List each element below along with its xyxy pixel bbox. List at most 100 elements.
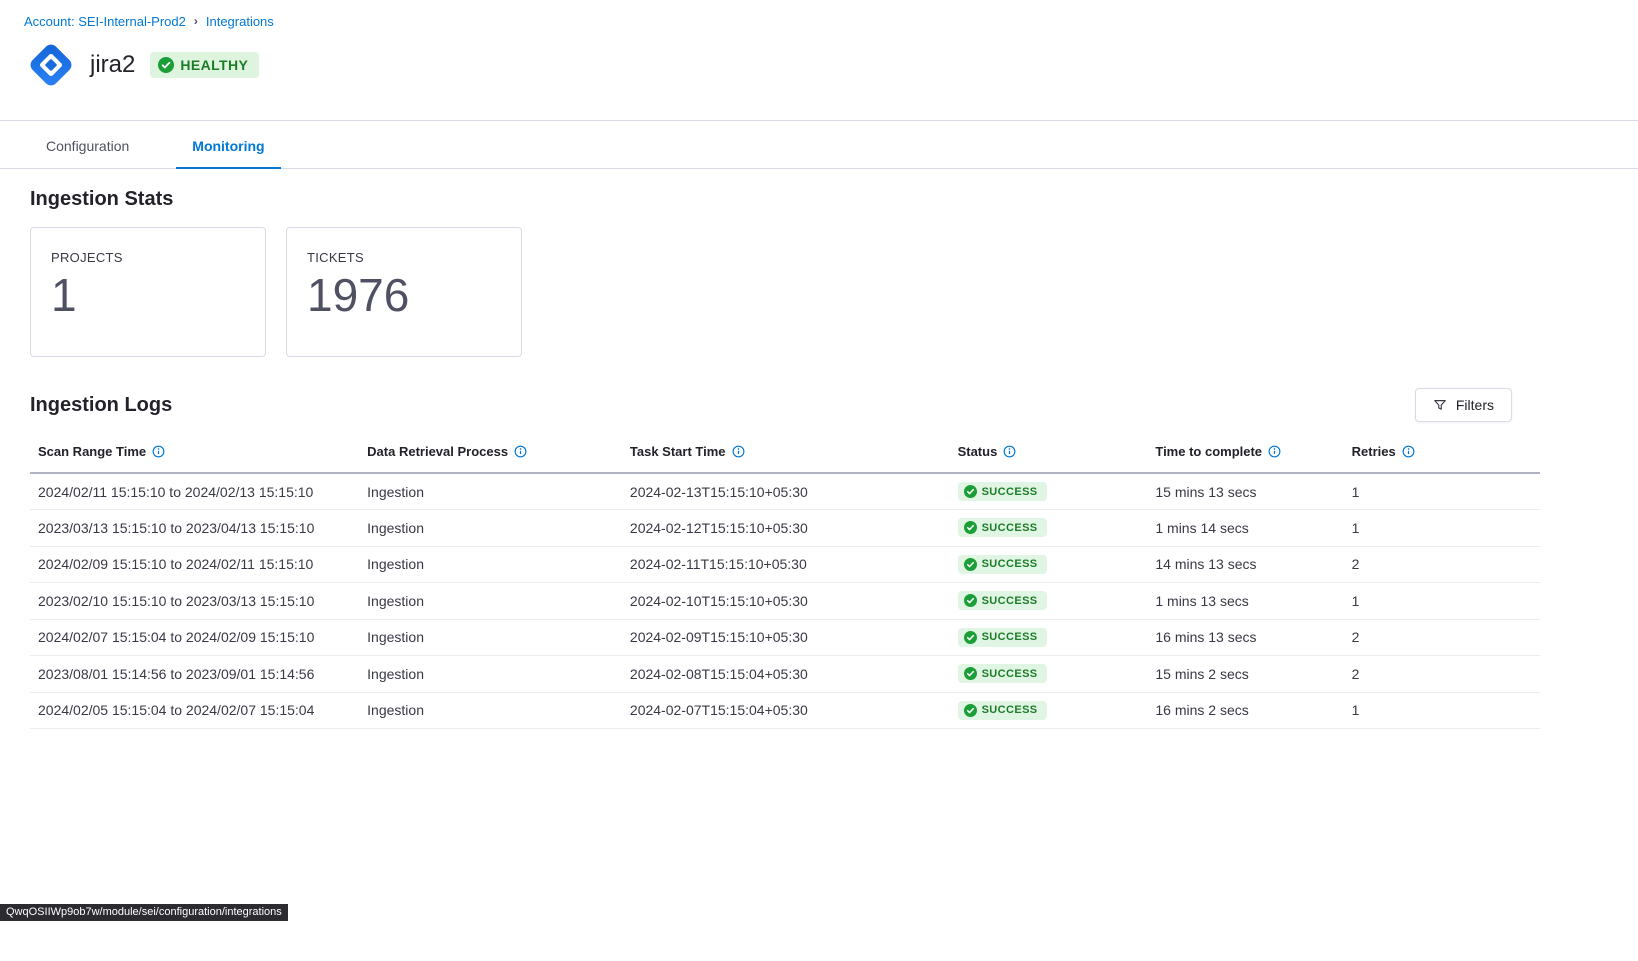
status-badge: SUCCESS (958, 591, 1047, 610)
filters-button[interactable]: Filters (1415, 388, 1512, 422)
retries-cell: 1 (1344, 692, 1540, 729)
breadcrumb: Account: SEI-Internal-Prod2 › Integratio… (24, 14, 1614, 29)
success-check-icon (964, 558, 977, 571)
status-cell: SUCCESS (950, 692, 1148, 729)
task-start-cell: 2024-02-11T15:15:10+05:30 (622, 546, 950, 583)
stat-label: PROJECTS (51, 250, 245, 265)
column-label: Retries (1352, 444, 1396, 459)
tab-configuration[interactable]: Configuration (30, 121, 145, 169)
retries-cell: 1 (1344, 473, 1540, 510)
column-label: Status (958, 444, 998, 459)
status-badge: SUCCESS (958, 555, 1047, 574)
status-cell: SUCCESS (950, 510, 1148, 547)
logs-table-body: 2024/02/11 15:15:10 to 2024/02/13 15:15:… (30, 473, 1540, 729)
status-badge: SUCCESS (958, 701, 1047, 720)
stats-cards: PROJECTS 1 TICKETS 1976 (30, 227, 1540, 357)
column-header-time-to-complete: Time to complete (1147, 434, 1343, 473)
ingestion-stats-title: Ingestion Stats (30, 188, 1540, 211)
breadcrumb-account-link[interactable]: Account: SEI-Internal-Prod2 (24, 14, 186, 29)
time-to-complete-cell: 14 mins 13 secs (1147, 546, 1343, 583)
stat-card-projects: PROJECTS 1 (30, 227, 266, 357)
column-label: Task Start Time (630, 444, 726, 459)
stat-value: 1976 (307, 270, 501, 321)
table-row[interactable]: 2024/02/05 15:15:04 to 2024/02/07 15:15:… (30, 692, 1540, 729)
ingestion-logs-header: Ingestion Logs Filters (30, 388, 1540, 422)
info-icon[interactable] (1402, 445, 1415, 458)
status-badge: SUCCESS (958, 628, 1047, 647)
filter-funnel-icon (1433, 398, 1447, 412)
status-cell: SUCCESS (950, 546, 1148, 583)
stat-value: 1 (51, 270, 245, 321)
task-start-cell: 2024-02-12T15:15:10+05:30 (622, 510, 950, 547)
main-content: Ingestion Stats PROJECTS 1 TICKETS 1976 … (0, 188, 1638, 729)
scan-range-cell: 2023/08/01 15:14:56 to 2023/09/01 15:14:… (30, 656, 359, 693)
status-badge: SUCCESS (958, 482, 1047, 501)
table-row[interactable]: 2023/02/10 15:15:10 to 2023/03/13 15:15:… (30, 583, 1540, 620)
success-check-icon (964, 667, 977, 680)
success-check-icon (964, 521, 977, 534)
retries-cell: 1 (1344, 583, 1540, 620)
status-label: SUCCESS (982, 558, 1038, 570)
health-status-label: HEALTHY (180, 57, 248, 73)
table-row[interactable]: 2024/02/11 15:15:10 to 2024/02/13 15:15:… (30, 473, 1540, 510)
time-to-complete-cell: 16 mins 13 secs (1147, 619, 1343, 656)
table-row[interactable]: 2023/03/13 15:15:10 to 2023/04/13 15:15:… (30, 510, 1540, 547)
retries-cell: 1 (1344, 510, 1540, 547)
table-row[interactable]: 2024/02/09 15:15:10 to 2024/02/11 15:15:… (30, 546, 1540, 583)
link-preview-statusbar: QwqOSIIWp9ob7w/module/sei/configuration/… (0, 904, 288, 921)
retries-cell: 2 (1344, 546, 1540, 583)
page-title: jira2 (90, 51, 135, 79)
column-header-process: Data Retrieval Process (359, 434, 622, 473)
check-circle-icon (158, 57, 174, 73)
task-start-cell: 2024-02-08T15:15:04+05:30 (622, 656, 950, 693)
scan-range-cell: 2024/02/09 15:15:10 to 2024/02/11 15:15:… (30, 546, 359, 583)
process-cell: Ingestion (359, 692, 622, 729)
info-icon[interactable] (152, 445, 165, 458)
success-check-icon (964, 485, 977, 498)
logs-table-head: Scan Range Time Data Retrieval Process T… (30, 434, 1540, 473)
status-cell: SUCCESS (950, 656, 1148, 693)
time-to-complete-cell: 15 mins 13 secs (1147, 473, 1343, 510)
scan-range-cell: 2024/02/07 15:15:04 to 2024/02/09 15:15:… (30, 619, 359, 656)
time-to-complete-cell: 15 mins 2 secs (1147, 656, 1343, 693)
scan-range-cell: 2024/02/05 15:15:04 to 2024/02/07 15:15:… (30, 692, 359, 729)
task-start-cell: 2024-02-09T15:15:10+05:30 (622, 619, 950, 656)
column-label: Scan Range Time (38, 444, 146, 459)
column-label: Time to complete (1155, 444, 1262, 459)
tab-monitoring[interactable]: Monitoring (176, 121, 280, 169)
task-start-cell: 2024-02-07T15:15:04+05:30 (622, 692, 950, 729)
status-badge: SUCCESS (958, 664, 1047, 683)
column-header-retries: Retries (1344, 434, 1540, 473)
info-icon[interactable] (1003, 445, 1016, 458)
scan-range-cell: 2024/02/11 15:15:10 to 2024/02/13 15:15:… (30, 473, 359, 510)
stat-label: TICKETS (307, 250, 501, 265)
time-to-complete-cell: 1 mins 14 secs (1147, 510, 1343, 547)
process-cell: Ingestion (359, 546, 622, 583)
info-icon[interactable] (514, 445, 527, 458)
retries-cell: 2 (1344, 619, 1540, 656)
success-check-icon (964, 594, 977, 607)
column-header-task-start: Task Start Time (622, 434, 950, 473)
scan-range-cell: 2023/03/13 15:15:10 to 2023/04/13 15:15:… (30, 510, 359, 547)
process-cell: Ingestion (359, 619, 622, 656)
time-to-complete-cell: 16 mins 2 secs (1147, 692, 1343, 729)
info-icon[interactable] (1268, 445, 1281, 458)
status-label: SUCCESS (982, 486, 1038, 498)
info-icon[interactable] (732, 445, 745, 458)
column-header-status: Status (950, 434, 1148, 473)
status-cell: SUCCESS (950, 473, 1148, 510)
process-cell: Ingestion (359, 473, 622, 510)
page-header: Account: SEI-Internal-Prod2 › Integratio… (0, 0, 1638, 121)
status-cell: SUCCESS (950, 583, 1148, 620)
table-row[interactable]: 2023/08/01 15:14:56 to 2023/09/01 15:14:… (30, 656, 1540, 693)
status-cell: SUCCESS (950, 619, 1148, 656)
retries-cell: 2 (1344, 656, 1540, 693)
status-label: SUCCESS (982, 704, 1038, 716)
column-header-scan-range: Scan Range Time (30, 434, 359, 473)
integration-title-row: jira2 HEALTHY (24, 38, 1614, 92)
success-check-icon (964, 704, 977, 717)
jira-logo-icon (24, 38, 78, 92)
breadcrumb-integrations-link[interactable]: Integrations (206, 14, 274, 29)
process-cell: Ingestion (359, 583, 622, 620)
table-row[interactable]: 2024/02/07 15:15:04 to 2024/02/09 15:15:… (30, 619, 1540, 656)
